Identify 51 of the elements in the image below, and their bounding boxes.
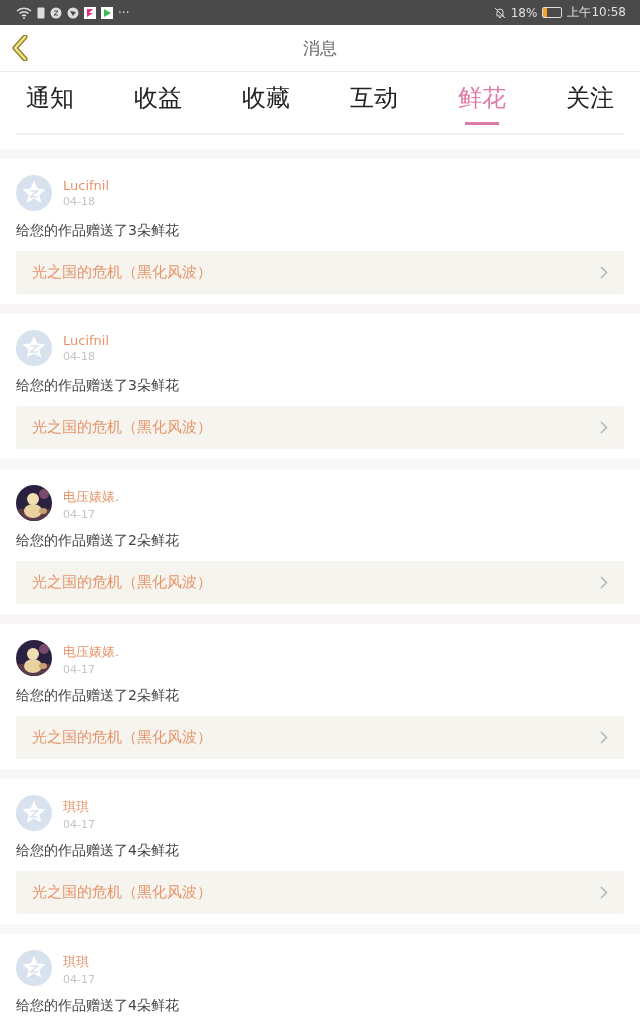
work-link[interactable]: 光之国的危机（黑化风波） <box>16 716 624 759</box>
message-text: 给您的作品赠送了2朵鲜花 <box>16 687 180 705</box>
user-name[interactable]: 电压婊婊. <box>63 643 120 661</box>
work-link[interactable]: 光之国的危机（黑化风波） <box>16 406 624 449</box>
chevron-right-icon <box>600 886 608 899</box>
page-title: 消息 <box>303 36 337 60</box>
clock: 上午10:58 <box>567 4 626 21</box>
app-icon <box>84 6 96 19</box>
battery-icon <box>542 7 563 18</box>
message-text: 给您的作品赠送了4朵鲜花 <box>16 842 180 860</box>
user-name[interactable]: 琪琪 <box>63 798 95 816</box>
app-icon <box>67 6 79 19</box>
message-date: 04-17 <box>63 973 95 986</box>
default-avatar-icon <box>16 330 52 366</box>
message-text: 给您的作品赠送了3朵鲜花 <box>16 377 180 395</box>
user-name[interactable]: 琪琪 <box>63 953 95 971</box>
work-link[interactable]: 光之国的危机（黑化风波） <box>16 561 624 604</box>
user-name[interactable]: Lucifnil <box>63 178 110 193</box>
message-text: 给您的作品赠送了4朵鲜花 <box>16 997 180 1015</box>
app-icon <box>50 6 62 19</box>
tab[interactable]: 通知 <box>16 72 84 133</box>
wifi-icon <box>16 6 32 19</box>
tab[interactable]: 关注 <box>556 72 624 133</box>
play-icon <box>101 6 113 19</box>
user-name[interactable]: Lucifnil <box>63 333 110 348</box>
tab[interactable]: 互动 <box>340 72 408 133</box>
default-avatar-icon <box>16 175 52 211</box>
mute-icon <box>493 6 506 19</box>
back-icon[interactable] <box>12 35 28 61</box>
battery-percent: 18% <box>510 5 538 20</box>
default-avatar-icon <box>16 795 52 831</box>
tab[interactable]: 鲜花 <box>448 72 516 133</box>
tab[interactable]: 收藏 <box>232 72 300 133</box>
message-date: 04-17 <box>63 508 96 521</box>
sim-icon <box>37 6 45 19</box>
message-text: 给您的作品赠送了3朵鲜花 <box>16 222 180 240</box>
default-avatar-icon <box>16 950 52 986</box>
tab[interactable]: 收益 <box>124 72 192 133</box>
message-text: 给您的作品赠送了2朵鲜花 <box>16 532 180 550</box>
user-name[interactable]: 电压婊婊. <box>63 488 120 506</box>
chevron-right-icon <box>600 421 608 434</box>
more-indicator: ··· <box>118 5 130 20</box>
message-date: 04-17 <box>63 818 95 831</box>
message-date: 04-18 <box>63 350 96 363</box>
message-date: 04-17 <box>63 663 96 676</box>
chevron-right-icon <box>600 731 608 744</box>
chevron-right-icon <box>600 576 608 589</box>
work-link[interactable]: 光之国的危机（黑化风波） <box>16 871 624 914</box>
chevron-right-icon <box>600 266 608 279</box>
message-date: 04-18 <box>63 195 96 208</box>
work-link[interactable]: 光之国的危机（黑化风波） <box>16 251 624 294</box>
